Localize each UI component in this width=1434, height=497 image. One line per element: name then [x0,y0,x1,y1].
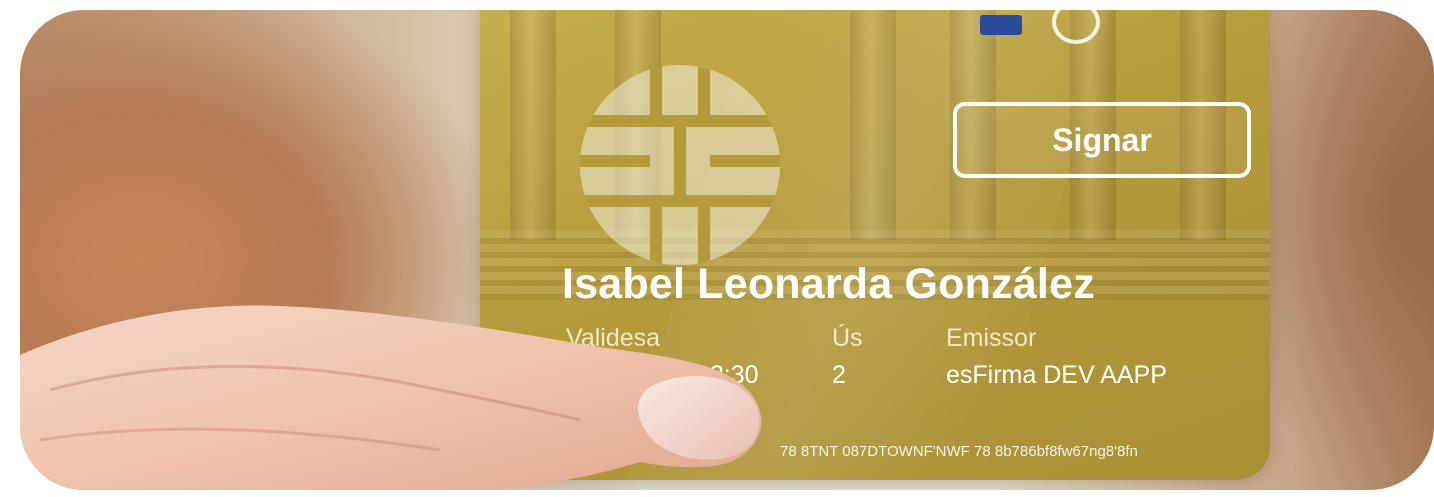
hero-photo: Signar Isabel Leonarda González Validesa… [20,10,1434,490]
hand-image [20,305,762,490]
